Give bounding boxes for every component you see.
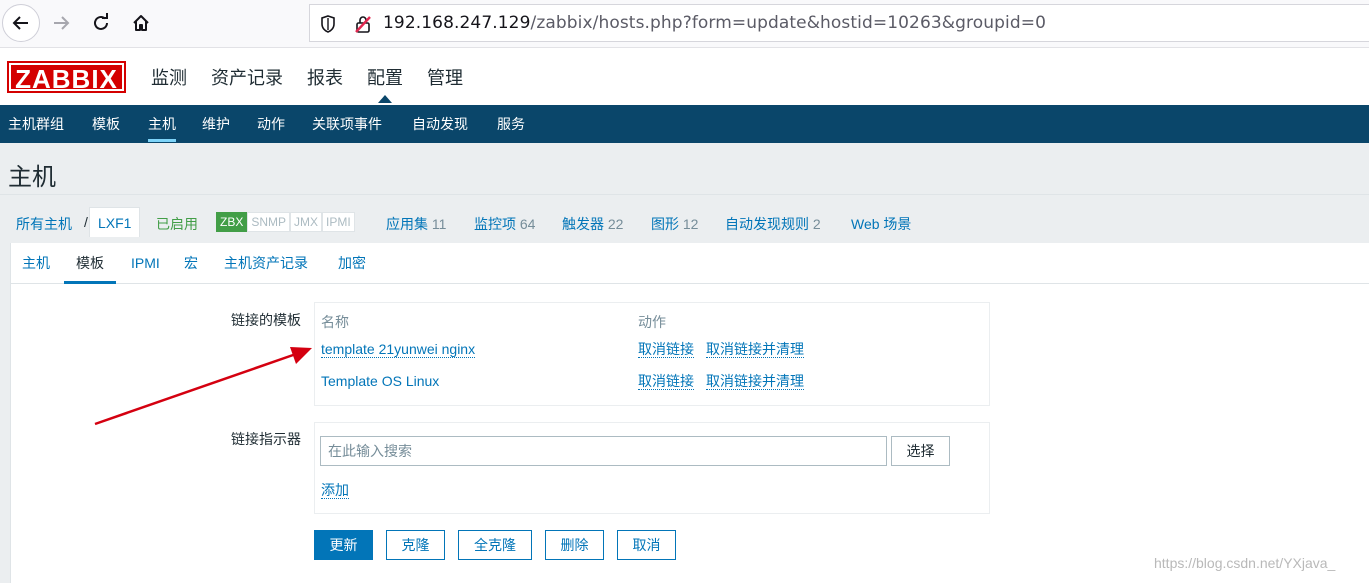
browser-toolbar: 192.168.247.129/zabbix/hosts.php?form=up… <box>0 0 1369 48</box>
reload-button[interactable] <box>82 4 120 42</box>
submenu-actions[interactable]: 动作 <box>257 105 285 143</box>
link-discovery-rules[interactable]: 自动发现规则 2 <box>725 214 821 234</box>
breadcrumb-all-hosts[interactable]: 所有主机 <box>16 214 72 234</box>
menu-administration[interactable]: 管理 <box>427 64 463 90</box>
linked-templates-label: 链接的模板 <box>231 312 301 328</box>
select-button[interactable]: 选择 <box>891 436 950 466</box>
breadcrumb-current-host[interactable]: LXF1 <box>89 207 141 237</box>
applications-count: 11 <box>431 216 447 232</box>
tab-inventory[interactable]: 主机资产记录 <box>224 243 308 283</box>
link-applications[interactable]: 应用集 11 <box>386 214 446 234</box>
tab-templates[interactable]: 模板 <box>64 243 116 284</box>
link-applications-label[interactable]: 应用集 <box>386 216 428 232</box>
submenu-services[interactable]: 服务 <box>497 105 525 143</box>
menu-monitoring[interactable]: 监测 <box>151 64 187 90</box>
submenu-templates[interactable]: 模板 <box>92 105 120 143</box>
template-row-1-name[interactable]: template 21yunwei nginx <box>321 341 476 358</box>
host-form-panel: 主机 模板 IPMI 宏 主机资产记录 加密 <box>10 243 1369 583</box>
app-header: ZABBIX 监测 资产记录 报表 配置 管理 <box>0 48 1369 105</box>
template-row-2-unlink[interactable]: 取消链接 <box>638 373 694 390</box>
form-tabs: 主机 模板 IPMI 宏 主机资产记录 加密 <box>11 243 1369 284</box>
tab-encryption[interactable]: 加密 <box>338 243 366 283</box>
host-status-enabled[interactable]: 已启用 <box>156 214 198 234</box>
clone-button[interactable]: 克隆 <box>386 530 445 560</box>
zbx-badge: ZBX <box>216 212 248 232</box>
link-items[interactable]: 监控项 64 <box>474 214 535 234</box>
add-template-link[interactable]: 添加 <box>321 482 349 499</box>
tab-macros[interactable]: 宏 <box>184 243 198 283</box>
submenu-maintenance[interactable]: 维护 <box>202 105 230 143</box>
breadcrumb-separator: / <box>84 214 88 230</box>
link-web-scenarios[interactable]: Web 场景 <box>851 214 911 234</box>
submenu-discovery[interactable]: 自动发现 <box>412 105 468 143</box>
forward-button[interactable] <box>42 4 80 42</box>
breadcrumb: 所有主机 / LXF1 已启用 ZBX SNMP JMX IPMI 应用集 11… <box>0 207 1369 237</box>
link-items-label[interactable]: 监控项 <box>474 216 516 232</box>
graphs-count: 12 <box>682 216 699 232</box>
shield-icon[interactable] <box>319 14 337 37</box>
menu-inventory[interactable]: 资产记录 <box>211 64 283 90</box>
template-row-1-unlink[interactable]: 取消链接 <box>638 341 694 358</box>
arrow-left-icon <box>12 16 28 30</box>
tab-ipmi[interactable]: IPMI <box>131 243 160 283</box>
url-host: 192.168.247.129 <box>383 13 531 33</box>
tab-host[interactable]: 主机 <box>22 243 50 283</box>
template-row-2-unlink-clear[interactable]: 取消链接并清理 <box>706 373 804 390</box>
discovery-rules-count: 2 <box>812 216 821 232</box>
submenu-hosts[interactable]: 主机 <box>148 105 176 143</box>
link-triggers[interactable]: 触发器 22 <box>562 214 623 234</box>
watermark: https://blog.csdn.net/YXjava_ <box>1154 555 1336 571</box>
link-new-templates-label: 链接指示器 <box>231 431 301 447</box>
ipmi-badge: IPMI <box>322 212 355 232</box>
triggers-count: 22 <box>607 216 624 232</box>
back-button[interactable] <box>2 4 40 42</box>
home-icon <box>133 15 149 31</box>
col-action-header: 动作 <box>638 314 666 330</box>
template-row-2-name[interactable]: Template OS Linux <box>321 373 439 389</box>
zabbix-logo[interactable]: ZABBIX <box>7 61 126 94</box>
main-menu: 监测 资产记录 报表 配置 管理 <box>151 64 487 103</box>
link-graphs[interactable]: 图形 12 <box>651 214 698 234</box>
full-clone-button[interactable]: 全克隆 <box>458 530 532 560</box>
title-divider <box>0 194 1369 195</box>
url-text[interactable]: 192.168.247.129/zabbix/hosts.php?form=up… <box>383 13 1046 33</box>
col-name-header: 名称 <box>321 314 349 330</box>
link-discovery-rules-label[interactable]: 自动发现规则 <box>725 216 809 232</box>
update-button[interactable]: 更新 <box>314 530 373 560</box>
home-button[interactable] <box>122 4 160 42</box>
url-path: /zabbix/hosts.php?form=update&hostid=102… <box>530 13 1046 33</box>
availability-badges: ZBX SNMP JMX IPMI <box>216 212 355 232</box>
reload-icon <box>94 13 108 30</box>
sub-menu: 主机群组 模板 主机 维护 动作 关联项事件 自动发现 服务 <box>0 105 1369 143</box>
submenu-event-correlation[interactable]: 关联项事件 <box>312 105 382 143</box>
link-graphs-label[interactable]: 图形 <box>651 216 679 232</box>
link-triggers-label[interactable]: 触发器 <box>562 216 604 232</box>
insecure-lock-icon[interactable] <box>353 14 373 37</box>
arrow-right-icon <box>54 16 70 30</box>
submenu-host-groups[interactable]: 主机群组 <box>8 105 64 143</box>
jmx-badge: JMX <box>290 212 323 232</box>
delete-button[interactable]: 删除 <box>545 530 604 560</box>
menu-configuration[interactable]: 配置 <box>367 64 403 103</box>
template-row-1-unlink-clear[interactable]: 取消链接并清理 <box>706 341 804 358</box>
template-search-input[interactable] <box>320 436 887 466</box>
page-title: 主机 <box>8 164 56 191</box>
cancel-button[interactable]: 取消 <box>617 530 676 560</box>
snmp-badge: SNMP <box>247 212 291 232</box>
items-count: 64 <box>519 216 536 232</box>
menu-reports[interactable]: 报表 <box>307 64 343 90</box>
address-bar[interactable]: 192.168.247.129/zabbix/hosts.php?form=up… <box>309 4 1369 42</box>
